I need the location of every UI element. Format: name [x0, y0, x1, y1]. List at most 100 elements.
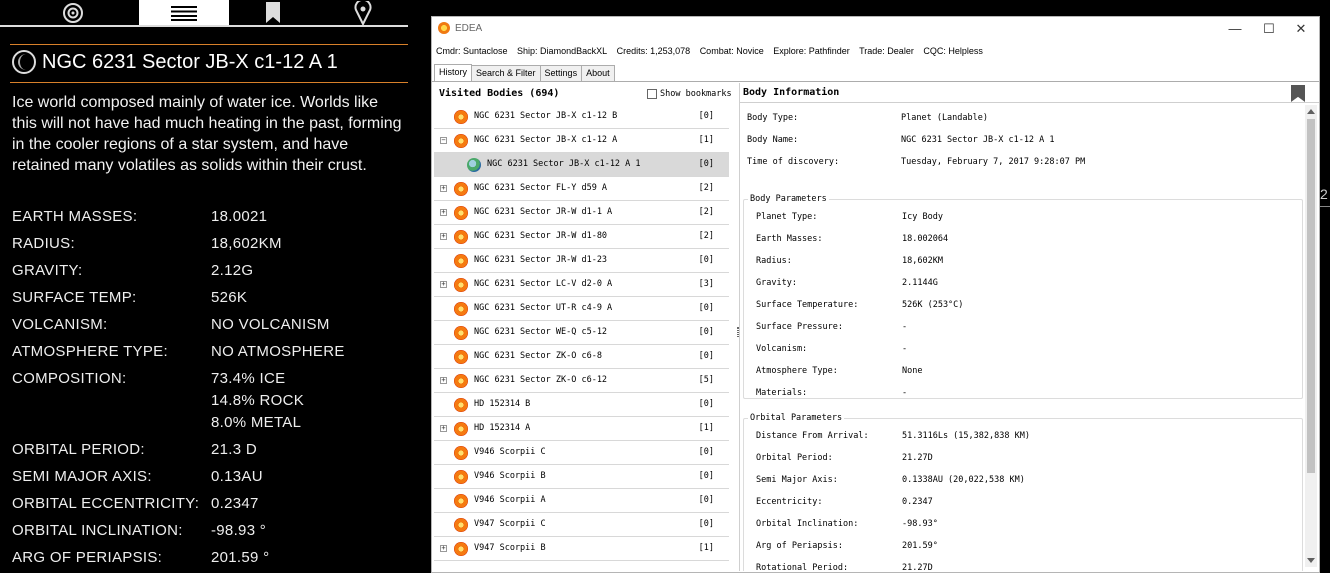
list-item[interactable]: + NGC 6231 Sector ZK-O c6-12 [5] — [434, 369, 729, 393]
info-credits: Credits: 1,253,078 — [616, 46, 691, 56]
field-value: Tuesday, February 7, 2017 9:28:07 PM — [901, 157, 1086, 167]
list-item[interactable]: V946 Scorpii B [0] — [434, 465, 729, 489]
list-item[interactable]: NGC 6231 Sector UT-R c4-9 A [0] — [434, 297, 729, 321]
list-item-count: [0] — [698, 399, 714, 409]
list-item[interactable]: + NGC 6231 Sector FL-Y d59 A [2] — [434, 177, 729, 201]
list-item[interactable]: HD 152314 B [0] — [434, 393, 729, 417]
stat-value: 18,602KM — [211, 235, 282, 252]
app-icon — [438, 22, 450, 34]
list-item[interactable]: + NGC 6231 Sector JR-W d1-1 A [2] — [434, 201, 729, 225]
stat-value: NO ATMOSPHERE — [211, 343, 345, 360]
param-label: Surface Pressure: — [756, 322, 843, 332]
edea-window: EDEA — ☐ ✕ Cmdr: Suntaclose Ship: Diamon… — [431, 16, 1320, 573]
param-value: None — [902, 366, 923, 376]
detail-scrollbar[interactable] — [1305, 105, 1317, 567]
star-icon — [454, 134, 468, 148]
list-item[interactable]: + NGC 6231 Sector LC-V d2-0 A [3] — [434, 273, 729, 297]
star-icon — [454, 494, 468, 508]
list-item[interactable]: V946 Scorpii C [0] — [434, 441, 729, 465]
scroll-up-icon[interactable] — [1307, 109, 1315, 114]
detail-divider — [740, 102, 1319, 103]
list-item[interactable]: NGC 6231 Sector JB-X c1-12 B [0] — [434, 105, 729, 129]
show-bookmarks-checkbox[interactable] — [647, 89, 657, 99]
param-value: 0.2347 — [902, 497, 933, 507]
star-icon — [454, 350, 468, 364]
game-body-panel: NGC 6231 Sector JB-X c1-12 A 1 Ice world… — [0, 0, 430, 573]
scroll-thumb[interactable] — [1307, 119, 1315, 473]
list-item-name: NGC 6231 Sector JB-X c1-12 B — [474, 111, 618, 121]
collapse-icon[interactable]: − — [440, 137, 447, 144]
title-divider-bottom — [10, 82, 408, 83]
minimize-button[interactable]: — — [1221, 20, 1249, 38]
stat-row: EARTH MASSES: 18.0021 — [12, 208, 402, 228]
stat-label: GRAVITY: — [12, 262, 83, 279]
list-item-name: NGC 6231 Sector LC-V d2-0 A — [474, 279, 613, 289]
stat-value: 18.0021 — [211, 208, 268, 225]
main-tabs: History Search & Filter Settings About — [434, 64, 615, 81]
tab-list[interactable] — [139, 0, 229, 26]
list-item[interactable]: − NGC 6231 Sector JB-X c1-12 A [1] — [434, 129, 729, 153]
info-combat: Combat: Novice — [699, 46, 764, 56]
target-icon — [63, 3, 83, 23]
param-value: - — [902, 344, 908, 354]
tab-navigation[interactable] — [318, 0, 408, 26]
stat-label: ORBITAL INCLINATION: — [12, 522, 183, 539]
tab-history[interactable]: History — [434, 64, 473, 81]
body-description: Ice world composed mainly of water ice. … — [12, 94, 402, 174]
field-label: Body Name: — [747, 135, 799, 145]
stat-value: 21.3 D — [211, 441, 257, 458]
expand-icon[interactable]: + — [440, 185, 447, 192]
list-item-name: V946 Scorpii A — [474, 495, 546, 505]
list-item[interactable]: + NGC 6231 Sector JR-W d1-80 [2] — [434, 225, 729, 249]
list-item-count: [3] — [698, 279, 714, 289]
star-icon — [454, 470, 468, 484]
stat-label: COMPOSITION: — [12, 370, 127, 387]
list-item-name: NGC 6231 Sector ZK-O c6-12 — [474, 375, 608, 385]
stat-row: ORBITAL ECCENTRICITY: 0.2347 — [12, 495, 402, 515]
param-label: Volcanism: — [756, 344, 808, 354]
scroll-down-icon[interactable] — [1307, 558, 1315, 563]
star-icon — [454, 110, 468, 124]
tab-settings[interactable]: Settings — [539, 65, 583, 81]
body-title: NGC 6231 Sector JB-X c1-12 A 1 — [12, 50, 338, 74]
list-item[interactable]: NGC 6231 Sector JB-X c1-12 A 1 [0] — [434, 153, 729, 177]
list-item-name: V947 Scorpii B — [474, 543, 546, 553]
stat-row: ORBITAL PERIOD: 21.3 D — [12, 441, 402, 461]
close-button[interactable]: ✕ — [1287, 20, 1315, 38]
list-item[interactable]: NGC 6231 Sector ZK-O c6-8 [0] — [434, 345, 729, 369]
list-item[interactable]: + V947 Scorpii B [1] — [434, 537, 729, 561]
planet-icon — [467, 158, 481, 172]
param-label: Orbital Inclination: — [756, 519, 859, 529]
body-parameters-title: Body Parameters — [748, 194, 829, 204]
expand-icon[interactable]: + — [440, 545, 447, 552]
tab-about[interactable]: About — [581, 65, 615, 81]
expand-icon[interactable]: + — [440, 209, 447, 216]
list-item[interactable]: V947 Scorpii C [0] — [434, 513, 729, 537]
orbital-parameters-title: Orbital Parameters — [748, 413, 845, 423]
stat-label: EARTH MASSES: — [12, 208, 138, 225]
expand-icon[interactable]: + — [440, 233, 447, 240]
param-value: 526K (253°C) — [902, 300, 964, 310]
list-icon — [171, 6, 197, 21]
tab-bookmarks[interactable] — [228, 0, 318, 26]
field-label: Body Type: — [747, 113, 799, 123]
expand-icon[interactable]: + — [440, 281, 447, 288]
title-divider-top — [10, 44, 408, 45]
show-bookmarks-label[interactable]: Show bookmarks — [660, 89, 732, 99]
tab-target[interactable] — [28, 0, 118, 26]
bookmark-icon[interactable] — [1291, 85, 1305, 102]
list-item[interactable]: + HD 152314 A [1] — [434, 417, 729, 441]
expand-icon[interactable]: + — [440, 425, 447, 432]
param-label: Distance From Arrival: — [756, 431, 869, 441]
star-icon — [454, 230, 468, 244]
list-item[interactable]: NGC 6231 Sector WE-Q c5-12 [0] — [434, 321, 729, 345]
title-bar[interactable]: EDEA — ☐ ✕ — [432, 17, 1319, 41]
star-icon — [454, 206, 468, 220]
list-item[interactable]: V946 Scorpii A [0] — [434, 489, 729, 513]
list-item[interactable]: NGC 6231 Sector JR-W d1-23 [0] — [434, 249, 729, 273]
map-pin-icon — [354, 1, 372, 25]
tab-search-filter[interactable]: Search & Filter — [471, 65, 541, 81]
expand-icon[interactable]: + — [440, 377, 447, 384]
param-label: Eccentricity: — [756, 497, 823, 507]
maximize-button[interactable]: ☐ — [1255, 20, 1283, 38]
